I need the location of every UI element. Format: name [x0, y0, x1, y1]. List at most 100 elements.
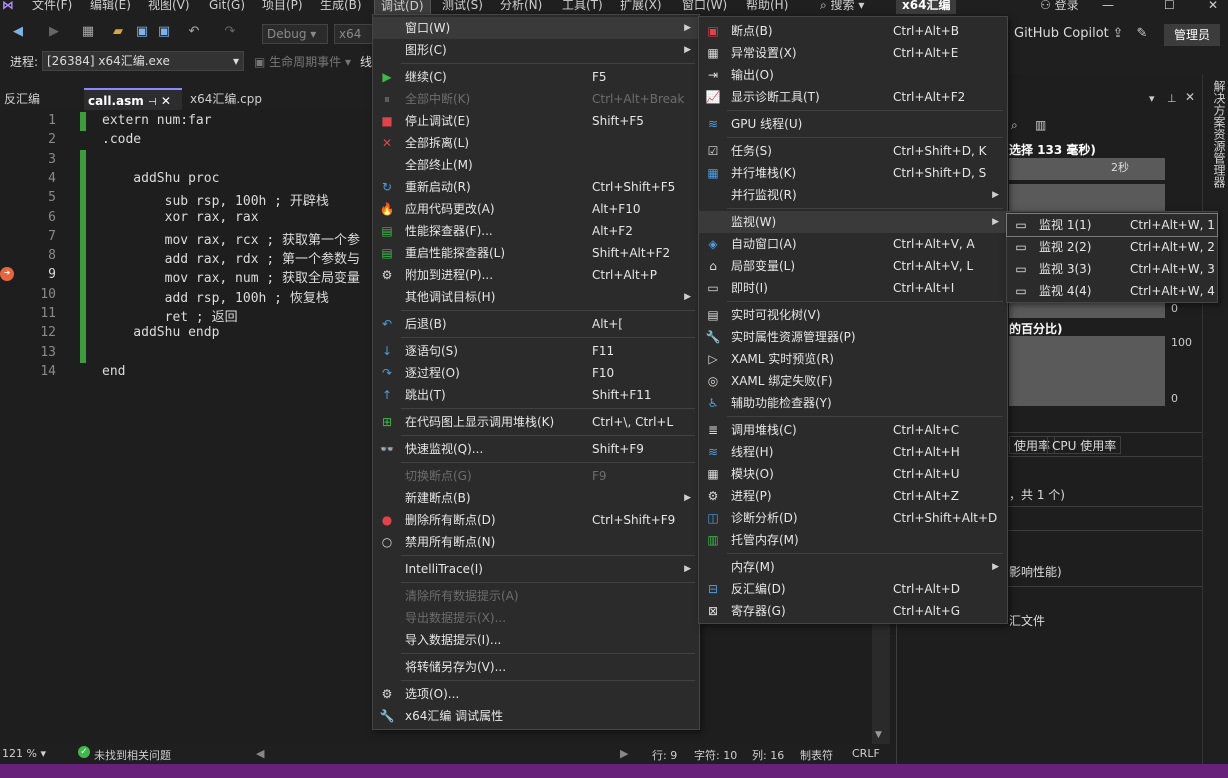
debug-menu-item[interactable]: 新建断点(B) ▶ [373, 487, 699, 509]
close-button[interactable]: ✕ [1202, 0, 1224, 14]
window-menu-item[interactable]: ◈ 自动窗口(A) Ctrl+Alt+V, A [699, 233, 1007, 255]
window-menu-item[interactable]: 🔧 实时属性资源管理器(P) [699, 326, 1007, 348]
code-line[interactable]: mov rax, num ; 获取全局变量 [102, 267, 360, 286]
debug-menu-item[interactable]: ■ 停止调试(E) Shift+F5 [373, 110, 699, 132]
code-line[interactable]: sub rsp, 100h ; 开辟栈 [102, 190, 329, 209]
save-all-icon[interactable]: ▣ [156, 24, 172, 40]
code-line[interactable]: add rsp, 100h ; 恢复栈 [102, 287, 329, 306]
tab-setting[interactable]: 制表符 [800, 747, 833, 763]
debug-menu-item[interactable]: ↻ 重新启动(R) Ctrl+Shift+F5 [373, 176, 699, 198]
window-menu-item[interactable]: ☑ 任务(S) Ctrl+Shift+D, K [699, 140, 1007, 162]
menu-test[interactable]: 测试(S) [436, 0, 489, 14]
scroll-right-icon[interactable]: ▶ [620, 747, 628, 760]
tab-call-asm[interactable]: call.asm ⊣ ✕ [84, 88, 182, 110]
menu-view[interactable]: 视图(V) [142, 0, 196, 14]
copilot-button[interactable]: GitHub Copilot [1014, 26, 1109, 41]
debug-menu-item[interactable]: ↑ 跳出(T) Shift+F11 [373, 384, 699, 406]
window-menu-item[interactable]: ⇥ 输出(O) [699, 64, 1007, 86]
tab-disassembly[interactable]: 反汇编 [0, 88, 44, 110]
redo-icon[interactable]: ↷ [222, 24, 238, 40]
share-icon[interactable]: ⇪ [1110, 26, 1126, 42]
new-item-icon[interactable]: ▦ [80, 24, 96, 40]
menu-window[interactable]: 窗口(W) [676, 0, 733, 14]
debug-menu-item[interactable]: ⊞ 在代码图上显示调用堆栈(K) Ctrl+\, Ctrl+L [373, 411, 699, 433]
debug-menu-item[interactable]: ▤ 性能探查器(F)... Alt+F2 [373, 220, 699, 242]
code-line[interactable]: ret ; 返回 [102, 306, 238, 325]
watch-menu-item[interactable]: ▭ 监视 3(3) Ctrl+Alt+W, 3 [1007, 258, 1217, 280]
window-menu-item[interactable]: ⚙ 进程(P) Ctrl+Alt+Z [699, 485, 1007, 507]
window-menu-item[interactable]: ◎ XAML 绑定失败(F) [699, 370, 1007, 392]
window-menu-item[interactable]: ▥ 托管内存(M) [699, 529, 1007, 551]
menu-tools[interactable]: 工具(T) [556, 0, 609, 14]
code-line[interactable]: add rax, rdx ; 第一个参数与 [102, 248, 360, 267]
pin-icon[interactable]: ⊥ [1167, 92, 1177, 105]
code-line[interactable]: end [102, 364, 125, 379]
code-line[interactable]: .code [102, 132, 141, 147]
lifecycle-events[interactable]: ▣ 生命周期事件 ▾ [254, 53, 351, 70]
debug-menu-item[interactable]: ↷ 逐过程(O) F10 [373, 362, 699, 384]
debug-menu-item[interactable]: ↶ 后退(B) Alt+[ [373, 313, 699, 335]
watch-menu-item[interactable]: ▭ 监视 4(4) Ctrl+Alt+W, 4 [1007, 280, 1217, 302]
window-menu-item[interactable]: ≋ GPU 线程(U) [699, 113, 1007, 135]
zoom-icon[interactable]: ⌕ [1011, 118, 1018, 133]
pin-icon[interactable]: ⊣ [148, 97, 157, 108]
zoom-level[interactable]: 121 % ▾ [2, 747, 46, 760]
debug-menu-item[interactable]: ○ 禁用所有断点(N) [373, 531, 699, 553]
window-menu-item[interactable]: ▷ XAML 实时预览(R) [699, 348, 1007, 370]
debug-menu-item[interactable]: 图形(C) ▶ [373, 39, 699, 61]
menu-edit[interactable]: 编辑(E) [84, 0, 137, 14]
code-line[interactable]: xor rax, rax [102, 210, 259, 225]
close-tab-icon[interactable]: ✕ [161, 94, 171, 108]
window-menu-item[interactable]: 内存(M) ▶ [699, 556, 1007, 578]
window-menu-item[interactable]: ▣ 断点(B) Ctrl+Alt+B [699, 20, 1007, 42]
menu-help[interactable]: 帮助(H) [740, 0, 794, 14]
code-line[interactable]: addShu proc [102, 171, 219, 186]
scroll-down-icon[interactable]: ▼ [875, 730, 882, 740]
line-number[interactable]: 行: 9 [652, 747, 677, 763]
menu-git[interactable]: Git(G) [203, 0, 251, 14]
debug-menu-item[interactable]: ↓ 逐语句(S) F11 [373, 340, 699, 362]
feedback-icon[interactable]: ✎ [1134, 26, 1150, 42]
menu-file[interactable]: 文件(F) [26, 0, 78, 14]
debug-menu-item[interactable]: 导入数据提示(I)... [373, 629, 699, 651]
window-menu-item[interactable]: ⊠ 寄存器(G) Ctrl+Alt+G [699, 600, 1007, 622]
code-line[interactable]: extern num:far [102, 113, 212, 128]
tab-cpu[interactable]: CPU 使用率 [1047, 436, 1122, 454]
window-menu-item[interactable]: ▦ 模块(O) Ctrl+Alt+U [699, 463, 1007, 485]
menu-project[interactable]: 项目(P) [256, 0, 309, 14]
window-menu-item[interactable]: ≣ 调用堆栈(C) Ctrl+Alt+C [699, 419, 1007, 441]
char-number[interactable]: 字符: 10 [694, 747, 737, 763]
window-menu-item[interactable]: ◫ 诊断分析(D) Ctrl+Shift+Alt+D [699, 507, 1007, 529]
window-menu-item[interactable]: ≋ 线程(H) Ctrl+Alt+H [699, 441, 1007, 463]
debug-menu-item[interactable]: ▤ 重启性能探查器(L) Shift+Alt+F2 [373, 242, 699, 264]
line-ending[interactable]: CRLF [852, 747, 880, 760]
code-line[interactable]: addShu endp [102, 325, 219, 340]
process-combo[interactable]: [26384] x64汇编.exe ▾ [42, 51, 244, 71]
debug-menu-item[interactable]: 将转储另存为(V)... [373, 656, 699, 678]
undo-icon[interactable]: ↶ [186, 24, 202, 40]
search-box[interactable]: ⌕ 搜索 ▾ [814, 0, 870, 14]
debug-menu-item[interactable]: 🔧 x64汇编 调试属性 [373, 705, 699, 727]
solution-explorer-tab[interactable]: 解决方案资源管理器 [1202, 74, 1228, 778]
window-menu-item[interactable]: ⊟ 反汇编(D) Ctrl+Alt+D [699, 578, 1007, 600]
debug-menu-item[interactable]: 👓 快速监视(Q)... Shift+F9 [373, 438, 699, 460]
window-menu-item[interactable]: ▭ 即时(I) Ctrl+Alt+I [699, 277, 1007, 299]
window-menu-item[interactable]: ▦ 异常设置(X) Ctrl+Alt+E [699, 42, 1007, 64]
debug-menu-item[interactable]: 全部终止(M) [373, 154, 699, 176]
watch-menu-item[interactable]: ▭ 监视 1(1) Ctrl+Alt+W, 1 [1006, 213, 1218, 237]
login-button[interactable]: ⚇ 登录 [1034, 0, 1085, 14]
config-combo[interactable]: Debug ▾ [262, 24, 328, 44]
window-menu-item[interactable]: ▤ 实时可视化树(V) [699, 304, 1007, 326]
maximize-button[interactable]: ☐ [1158, 0, 1181, 14]
window-menu-item[interactable]: 监视(W) ▶ [699, 211, 1007, 233]
code-line[interactable]: mov rax, rcx ; 获取第一个参 [102, 229, 360, 248]
chart-icon[interactable]: ▥ [1035, 118, 1046, 132]
menu-analyze[interactable]: 分析(N) [494, 0, 548, 14]
debug-menu-item[interactable]: ● 删除所有断点(D) Ctrl+Shift+F9 [373, 509, 699, 531]
back-nav-icon[interactable]: ◀ [10, 24, 26, 40]
scroll-left-icon[interactable]: ◀ [256, 747, 264, 760]
window-menu-item[interactable]: 并行监视(R) ▶ [699, 184, 1007, 206]
tab-cpp[interactable]: x64汇编.cpp [186, 88, 266, 110]
debug-menu-item[interactable]: ⚙ 附加到进程(P)... Ctrl+Alt+P [373, 264, 699, 286]
menu-extensions[interactable]: 扩展(X) [614, 0, 668, 14]
